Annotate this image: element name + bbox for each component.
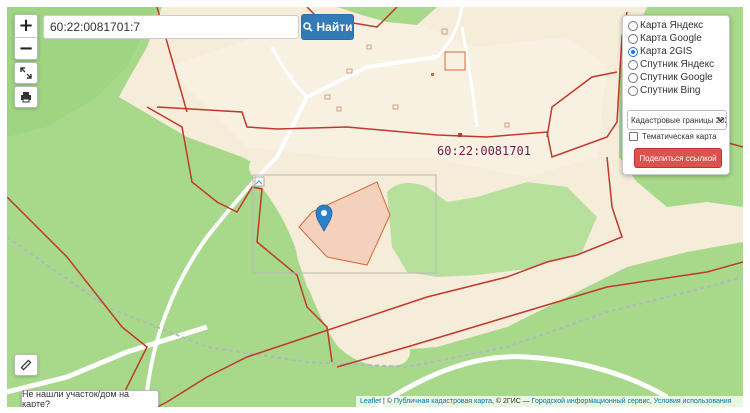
printer-icon [21, 92, 31, 103]
radio-button[interactable] [628, 85, 638, 96]
attribution-2gis-prefix: , © 2ГИС — [492, 398, 532, 405]
zoom-out-button[interactable]: − [15, 37, 37, 59]
magnifier-icon [302, 22, 313, 32]
ruler-icon [20, 359, 32, 371]
zoom-in-button[interactable]: + [15, 15, 37, 37]
zoom-control: + − [14, 14, 38, 60]
layer-label: Карта Яндекс [640, 20, 704, 31]
cadastre-link[interactable]: Публичная кадастровая карта [394, 398, 492, 405]
radio-button[interactable] [628, 33, 638, 44]
layer-label: Карта 2GIS [640, 46, 693, 57]
leaflet-link[interactable]: Leaflet [360, 398, 381, 405]
boundaries-select[interactable]: Кадастровые границы 2024 [627, 110, 727, 130]
fullscreen-button[interactable] [14, 62, 38, 84]
measure-button[interactable] [14, 354, 38, 376]
share-link-button[interactable]: Поделиться ссылкой [634, 148, 722, 168]
search-button[interactable]: Найти [301, 14, 354, 40]
layer-option-bing-satellite[interactable]: Спутник Bing [628, 84, 701, 97]
layer-option-2gis-map[interactable]: Карта 2GIS [628, 45, 692, 58]
chevron-down-icon [717, 117, 724, 123]
layer-label: Спутник Google [640, 72, 713, 83]
parcel-point [458, 133, 462, 137]
layer-option-google-map[interactable]: Карта Google [628, 32, 702, 45]
layer-label: Карта Google [640, 33, 702, 44]
thematic-map-label: Тематическая карта [642, 132, 717, 141]
radio-button[interactable] [628, 59, 638, 70]
cadastral-search-input[interactable] [43, 15, 299, 39]
layer-option-yandex-satellite[interactable]: Спутник Яндекс [628, 58, 714, 71]
radio-button-selected[interactable] [628, 46, 638, 57]
layer-switcher-panel: Карта Яндекс Карта Google Карта 2GIS Спу… [622, 15, 730, 175]
parcel-cadastral-number: 60:22:0081701 [437, 144, 531, 158]
broken-image-icon [254, 176, 265, 187]
not-found-button[interactable]: Не нашли участок/дом на карте? [21, 389, 159, 407]
building-point [431, 73, 434, 76]
attribution-separator: | © [381, 398, 394, 405]
radio-button[interactable] [628, 72, 638, 83]
thematic-map-checkbox[interactable] [629, 132, 638, 141]
print-button[interactable] [14, 86, 38, 108]
thematic-map-toggle[interactable]: Тематическая карта [629, 132, 717, 141]
layer-option-google-satellite[interactable]: Спутник Google [628, 71, 713, 84]
map-canvas[interactable]: 60:22:0081701 + − Найти Карта Яндекс [7, 7, 743, 407]
search-button-label: Найти [316, 20, 353, 34]
2gis-link[interactable]: Городской информационный сервис [532, 398, 650, 405]
map-attribution: Leaflet | © Публичная кадастровая карта,… [356, 396, 743, 407]
layer-label: Спутник Яндекс [640, 59, 715, 70]
expand-icon [20, 67, 32, 79]
terms-link[interactable]: Условия использования [654, 398, 732, 405]
layer-label: Спутник Bing [640, 85, 701, 96]
radio-button[interactable] [628, 20, 638, 31]
boundaries-select-value: Кадастровые границы 2024 [631, 115, 727, 125]
layer-option-yandex-map[interactable]: Карта Яндекс [628, 19, 703, 32]
